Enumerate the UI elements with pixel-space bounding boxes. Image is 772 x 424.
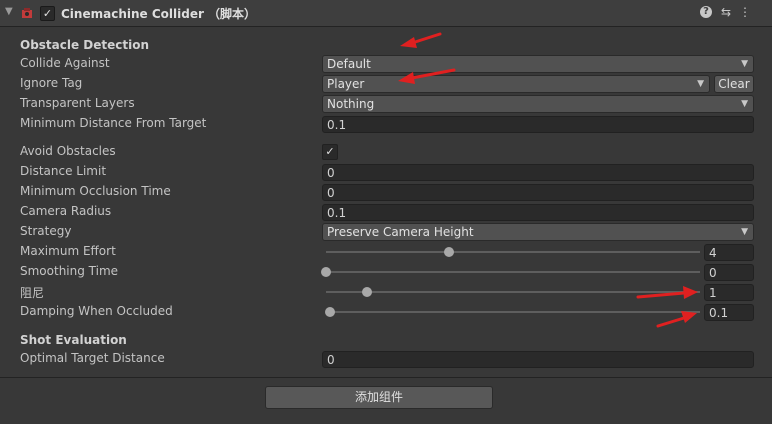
min-occlusion-time-input[interactable]: 0 <box>322 184 754 201</box>
help-icon[interactable]: ? <box>700 6 712 18</box>
section-obstacle-detection: Obstacle Detection <box>20 38 150 52</box>
min-occlusion-time-label: Minimum Occlusion Time <box>20 184 171 198</box>
transparent-layers-label: Transparent Layers <box>20 96 135 110</box>
damping-input[interactable]: 1 <box>704 284 754 301</box>
clear-tag-button[interactable]: Clear <box>714 75 754 93</box>
inspector-footer: 添加组件 <box>0 378 772 424</box>
smoothing-time-slider-thumb[interactable] <box>321 267 331 277</box>
strategy-value: Preserve Camera Height <box>327 225 474 239</box>
chevron-down-icon: ▼ <box>741 227 748 237</box>
preset-settings-icon[interactable]: ⇆ <box>719 5 733 19</box>
context-menu-icon[interactable]: ⋮ <box>738 5 752 19</box>
avoid-obstacles-checkbox[interactable]: ✓ <box>322 144 338 160</box>
damping-label: 阻尼 <box>20 286 45 300</box>
collide-against-dropdown[interactable]: Default ▼ <box>322 55 754 73</box>
component-enabled-checkbox[interactable]: ✓ <box>40 6 55 21</box>
smoothing-time-slider-track[interactable] <box>326 271 700 273</box>
avoid-obstacles-label: Avoid Obstacles <box>20 144 116 158</box>
foldout-arrow-icon[interactable]: ▼ <box>5 6 13 17</box>
collide-against-label: Collide Against <box>20 56 110 70</box>
damping-when-occluded-slider-thumb[interactable] <box>324 307 335 317</box>
smoothing-time-input[interactable]: 0 <box>704 264 754 281</box>
section-shot-evaluation: Shot Evaluation <box>20 333 127 347</box>
damping-when-occluded-slider-track[interactable] <box>326 311 700 313</box>
add-component-button[interactable]: 添加组件 <box>265 386 493 409</box>
strategy-label: Strategy <box>20 224 72 238</box>
ignore-tag-value: Player <box>327 77 365 91</box>
min-distance-from-target-input[interactable]: 0.1 <box>322 116 754 133</box>
strategy-dropdown[interactable]: Preserve Camera Height ▼ <box>322 223 754 241</box>
damping-when-occluded-input[interactable]: 0.1 <box>704 304 754 321</box>
transparent-layers-value: Nothing <box>327 97 375 111</box>
ignore-tag-label: Ignore Tag <box>20 76 83 90</box>
distance-limit-input[interactable]: 0 <box>322 164 754 181</box>
chevron-down-icon: ▼ <box>697 79 704 89</box>
optimal-target-distance-input[interactable]: 0 <box>322 351 754 368</box>
chevron-down-icon: ▼ <box>741 99 748 109</box>
distance-limit-label: Distance Limit <box>20 164 107 178</box>
maximum-effort-slider-track[interactable] <box>326 251 700 253</box>
camera-radius-input[interactable]: 0.1 <box>322 204 754 221</box>
maximum-effort-label: Maximum Effort <box>20 244 116 258</box>
maximum-effort-input[interactable]: 4 <box>704 244 754 261</box>
transparent-layers-dropdown[interactable]: Nothing ▼ <box>322 95 754 113</box>
component-title: Cinemachine Collider （脚本） <box>61 7 257 21</box>
ignore-tag-dropdown[interactable]: Player ▼ <box>322 75 710 93</box>
smoothing-time-label: Smoothing Time <box>20 264 119 278</box>
chevron-down-icon: ▼ <box>741 59 748 69</box>
optimal-target-distance-label: Optimal Target Distance <box>20 351 165 365</box>
collide-against-value: Default <box>327 57 371 71</box>
component-header: ▼ ✓ Cinemachine Collider （脚本） ? ⇆ ⋮ <box>0 0 772 27</box>
cinemachine-script-icon <box>22 8 32 18</box>
camera-radius-label: Camera Radius <box>20 204 112 218</box>
min-distance-from-target-label: Minimum Distance From Target <box>20 116 207 130</box>
damping-when-occluded-label: Damping When Occluded <box>20 304 173 318</box>
damping-slider-track[interactable] <box>326 291 700 293</box>
